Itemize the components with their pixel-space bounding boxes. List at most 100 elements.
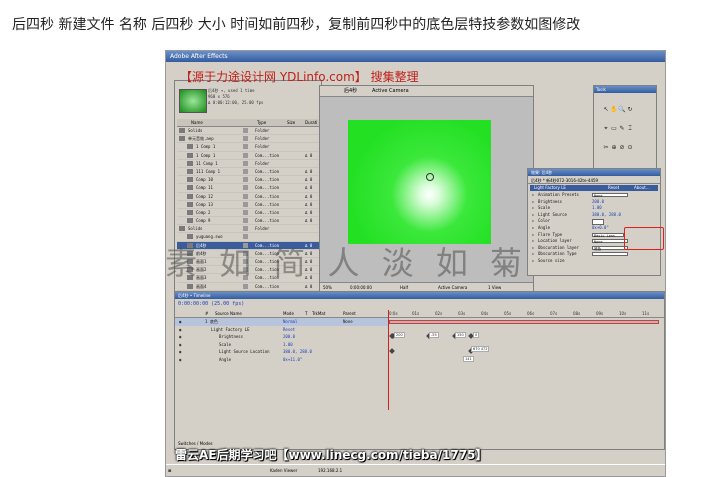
layer-mode[interactable]: 1.00 (283, 341, 293, 349)
tool-icon[interactable]: ▭ (610, 125, 618, 133)
project-item[interactable]: Comp 9 Com...tion Δ 0 (177, 217, 319, 226)
expand-icon[interactable]: ▸ (532, 245, 534, 252)
tool-icon[interactable]: ⊘ (618, 144, 626, 152)
project-item[interactable]: 单元音效.aep Folder (177, 135, 319, 144)
col-size[interactable]: Size (287, 119, 295, 126)
col-mode[interactable]: Mode (283, 310, 294, 317)
property-dropdown[interactable]: None (592, 239, 628, 244)
layer-duration-bar[interactable] (389, 318, 662, 326)
tool-icon[interactable]: ⊙ (626, 144, 634, 152)
tool-icon[interactable]: ⌶ (626, 125, 634, 133)
ruler-tick: 07s (550, 311, 558, 316)
timeline-layer-row[interactable]: ◉ 1 底色 Normal None (175, 318, 389, 326)
light-source-handle[interactable] (426, 173, 434, 181)
comp-tab[interactable]: 后4秒 (344, 86, 357, 96)
property-value[interactable]: 1.00 (592, 205, 602, 212)
about-link[interactable]: About... (634, 185, 650, 191)
eye-icon[interactable]: ◉ (179, 356, 181, 364)
expand-icon[interactable]: ▸ (532, 218, 534, 225)
item-name: Comp 13 (196, 201, 213, 207)
reset-link[interactable]: Reset (608, 185, 619, 191)
col-parent[interactable]: Parent (343, 310, 356, 317)
eye-icon[interactable]: ◉ (179, 333, 181, 341)
property-dropdown[interactable]: 底色 (592, 245, 628, 251)
timeline-layer-row[interactable]: ◉ Angle 0x+11.0° (175, 356, 389, 364)
start-button[interactable]: ⊞ (168, 465, 171, 476)
effect-property[interactable]: ▸ Source size (530, 258, 658, 265)
project-item[interactable]: Solids Folder (177, 225, 319, 234)
layer-parent[interactable]: None (343, 318, 353, 326)
item-icon (187, 168, 193, 174)
project-item[interactable]: Solids Folder (177, 127, 319, 136)
project-item[interactable]: 1 Comp 1 Folder (177, 143, 319, 152)
property-dropdown[interactable] (592, 252, 628, 257)
tool-icon[interactable]: ⌖ (602, 125, 610, 133)
tool-icon[interactable]: ⊕ (610, 144, 618, 152)
tool-icon[interactable]: ✂ (602, 144, 610, 152)
effect-property[interactable]: ▸ Color (530, 218, 658, 226)
col-duration[interactable]: Durati (305, 119, 317, 126)
project-item[interactable]: 1 Comp 1 Com...tion Δ 0 (177, 152, 319, 160)
layer-mode[interactable]: 0x+11.0° (283, 356, 302, 364)
expand-icon[interactable]: ▸ (532, 199, 534, 206)
effect-header[interactable]: Light Factory LE Reset About... (530, 185, 658, 191)
timeline-layer-row[interactable]: ◉ Light Source Location 380.0, 288.0 (175, 348, 389, 356)
property-dropdown[interactable]: Basic Lens (592, 232, 624, 238)
expand-icon[interactable]: ▸ (532, 251, 534, 258)
effect-property[interactable]: ▸ Brightness 200.0 (530, 199, 658, 206)
tool-icon[interactable]: ↻ (626, 106, 634, 114)
expand-icon[interactable]: ▸ (532, 258, 534, 265)
expand-icon[interactable]: ▸ (532, 212, 534, 219)
layer-mode[interactable]: Normal (283, 318, 297, 326)
keyframe-track[interactable]: 200 -55 150 0 670 472 141 (388, 310, 662, 410)
project-item[interactable]: Comp 12 Com...tion Δ 0 (177, 193, 319, 201)
col-type[interactable]: Type (257, 119, 266, 126)
timeline-layer-row[interactable]: ◉ Scale 1.00 (175, 341, 389, 349)
layer-mode[interactable]: 380.0, 288.0 (283, 348, 312, 356)
layer-label: Light Source Location (219, 349, 270, 355)
eye-icon[interactable]: ◉ (179, 341, 181, 349)
layer-mode[interactable]: 200.0 (283, 333, 295, 341)
timeline-layer-row[interactable]: ◉ Light Factory LE Reset (175, 326, 389, 334)
effect-property[interactable]: ▸ Animation Presets None (530, 192, 658, 199)
duration-bar[interactable] (389, 320, 659, 324)
expand-icon[interactable]: ▸ (532, 192, 534, 199)
comp-canvas[interactable] (348, 120, 491, 244)
eye-icon[interactable]: ◉ (179, 318, 181, 326)
expand-icon[interactable]: ▸ (532, 238, 534, 245)
project-item[interactable]: 11 Comp 1 Folder (177, 160, 319, 168)
timeline-timecode[interactable]: 0:00:00:00 (25.00 fps) (178, 301, 244, 307)
col-trkmat[interactable]: TrkMat (312, 310, 325, 317)
time-ruler[interactable]: 0:0s 01s 02s 03s 04s 05s 06s 07s 08s 09s 10s 11s (389, 310, 662, 317)
expand-icon[interactable]: ▸ (532, 232, 534, 239)
label-color-icon (243, 193, 248, 199)
project-item[interactable]: Comp 13 Com...tion Δ 0 (177, 201, 319, 209)
project-item[interactable]: Comp 11 Com...tion Δ 0 (177, 184, 319, 193)
project-item[interactable]: 111 Comp 1 Com...tion Δ 0 (177, 168, 319, 177)
tool-icon[interactable]: 🔍 (618, 106, 626, 114)
col-name[interactable]: Name (191, 119, 203, 126)
property-value[interactable]: 380.0, 288.0 (592, 212, 621, 219)
effect-property[interactable]: ▸ Obscuration Type (530, 251, 658, 258)
timeline-layer-row[interactable]: ◉ Brightness 200.0 (175, 333, 389, 341)
tool-icon[interactable]: ↖ (602, 106, 610, 114)
effect-property[interactable]: ▸ Light Source 380.0, 288.0 (530, 212, 658, 219)
property-value[interactable]: 200.0 (592, 199, 604, 206)
expand-icon[interactable]: ▸ (532, 205, 534, 212)
taskbar-item[interactable]: Kaden Viewer (270, 465, 297, 476)
taskbar-item[interactable]: 192.168.2.1 (318, 465, 342, 476)
col-source[interactable]: Source Name (215, 310, 242, 317)
effect-property[interactable]: ▸ Scale 1.00 (530, 205, 658, 212)
tool-icon[interactable]: ✋ (610, 106, 618, 114)
eye-icon[interactable]: ◉ (179, 326, 181, 334)
layer-mode[interactable]: Reset (283, 326, 295, 334)
property-value[interactable]: 0x+0.0° (592, 225, 609, 232)
keyframe[interactable] (389, 348, 395, 354)
item-name: 单元音效.aep (188, 136, 214, 142)
tool-icon[interactable]: ✎ (618, 125, 626, 133)
project-item[interactable]: Comp 2 Com...tion Δ 0 (177, 209, 319, 218)
project-item[interactable]: Comp 10 Com...tion Δ 0 (177, 176, 319, 185)
property-dropdown[interactable]: None (592, 193, 628, 198)
eye-icon[interactable]: ◉ (179, 348, 181, 356)
expand-icon[interactable]: ▸ (532, 225, 534, 232)
